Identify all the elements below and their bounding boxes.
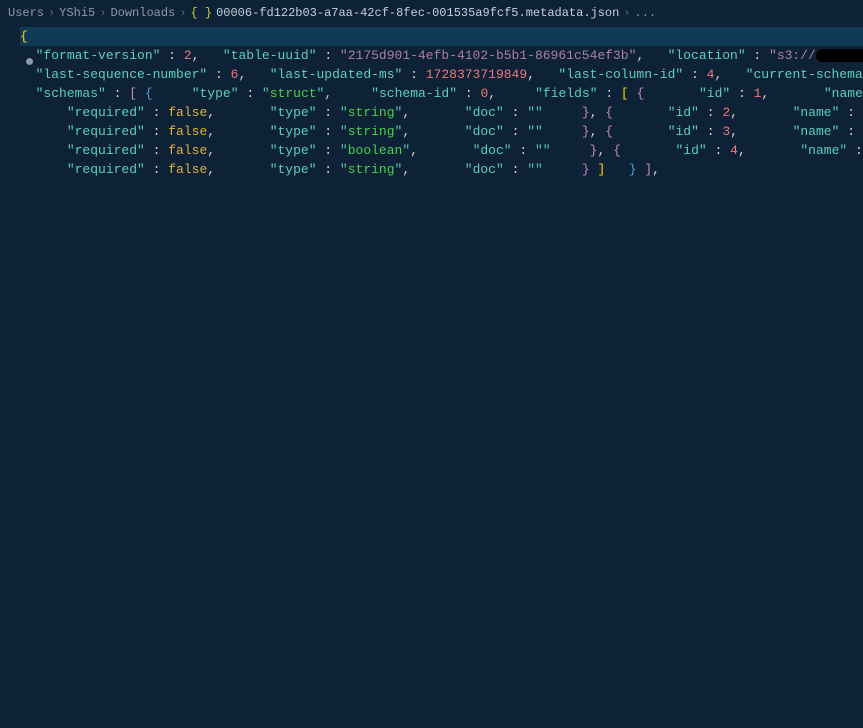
breadcrumb-segment[interactable]: Users (8, 4, 44, 23)
breadcrumb-sep: › (179, 4, 186, 23)
code-editor[interactable]: { "format-version" : 2, "table-uuid" : "… (0, 27, 863, 179)
breadcrumb-sep: › (48, 4, 55, 23)
breadcrumb-sep: › (99, 4, 106, 23)
breadcrumb-sep: › (623, 4, 630, 23)
json-file-icon: { } (190, 4, 212, 23)
breadcrumb-trailing[interactable]: ... (635, 4, 657, 23)
breakpoint-dot[interactable] (26, 58, 33, 65)
breadcrumb-segment[interactable]: YShi5 (59, 4, 95, 23)
breadcrumb-file[interactable]: 00006-fd122b03-a7aa-42cf-8fec-001535a9fc… (216, 4, 619, 23)
breadcrumb[interactable]: Users › YShi5 › Downloads › { } 00006-fd… (0, 0, 863, 27)
breadcrumb-segment[interactable]: Downloads (110, 4, 175, 23)
